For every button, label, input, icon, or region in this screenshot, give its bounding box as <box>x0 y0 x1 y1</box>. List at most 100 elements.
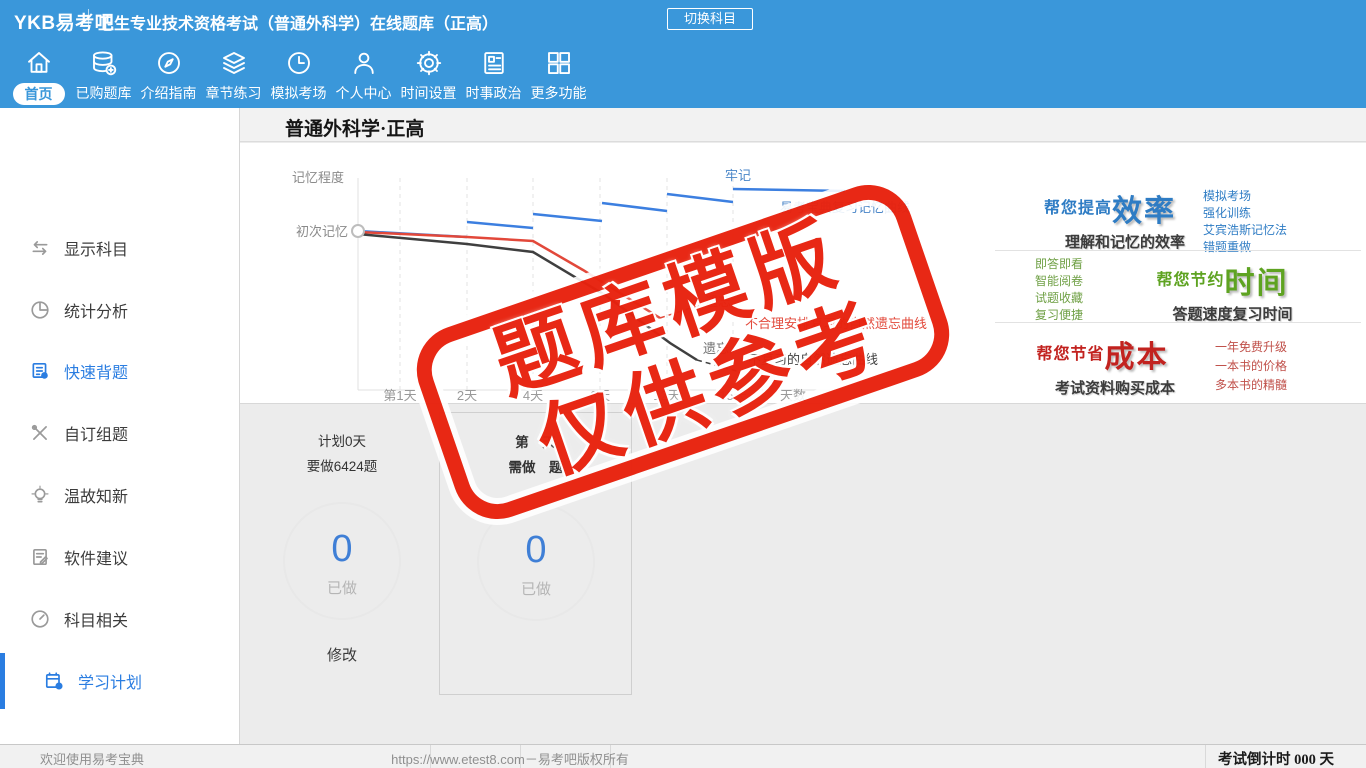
nav-label: 更多功能 <box>530 85 587 101</box>
today-done-circle: 0 已做 <box>477 503 595 621</box>
news-icon <box>483 52 504 74</box>
person-icon <box>353 52 374 74</box>
promo-title-big: 成本 <box>1104 341 1169 374</box>
nav-label: 已购题库 <box>75 85 132 101</box>
brand-divider <box>88 9 89 29</box>
promo-time-list: 即答即看 智能阅卷 试题收藏 复习便捷 <box>1035 256 1083 324</box>
promo-list-item: 一年免费升级 <box>1215 340 1288 354</box>
nav-item-chapter-practice[interactable]: 章节练习 <box>201 44 266 108</box>
initial-memory-label: 初次记忆 <box>296 224 348 239</box>
promo-list-item: 一本书的价格 <box>1215 359 1288 373</box>
promo-list-item: 多本书的精髓 <box>1215 378 1288 392</box>
sidebar-item-software-feedback[interactable]: 软件建议 <box>0 537 239 577</box>
promo-title-small: 帮您节约 <box>1156 272 1225 289</box>
review-curve-segment <box>732 187 846 193</box>
page-header: 普通外科学·正高 <box>240 108 1366 142</box>
nav-label: 首页 <box>12 83 65 105</box>
promo-list-item: 模拟考场 <box>1203 189 1252 203</box>
remember-label: 牢记 <box>725 168 751 183</box>
promo-title-small: 帮您提高 <box>1043 200 1112 217</box>
promo-subtitle: 理解和记忆的效率 <box>1064 234 1185 251</box>
sidebar-item-study-plan[interactable]: 学习计划 <box>0 661 239 701</box>
promo-list-item: 强化训练 <box>1203 206 1252 220</box>
x-tick: 第1天 <box>383 388 416 403</box>
sidebar-item-subject-related[interactable]: 科目相关 <box>0 599 239 639</box>
sidebar-item-label: 温故知新 <box>64 489 129 506</box>
sidebar-item-label: 快速背题 <box>64 365 129 382</box>
exam-countdown: 考试倒计时 000 天 <box>1218 752 1334 768</box>
app-window: YKB易考吧 卫生专业技术资格考试（普通外科学）在线题库（正高） 切换科目 首页… <box>0 0 1366 768</box>
review-curve-segment <box>466 220 534 230</box>
promo-subtitle: 考试资料购买成本 <box>1054 380 1175 397</box>
promo-title-big: 时间 <box>1224 267 1289 300</box>
sidebar-item-custom-questions[interactable]: 自订组题 <box>0 413 239 453</box>
tools-icon <box>31 424 47 440</box>
statusbar-separator <box>1205 745 1206 768</box>
nav-label: 介绍指南 <box>140 85 197 101</box>
nav-item-politics[interactable]: 时事政治 <box>461 44 526 108</box>
home-icon <box>27 52 50 73</box>
promo-efficiency-block: 帮您提高效率 理解和记忆的效率 <box>1005 186 1215 252</box>
copyright-text: https://www.etest8.com－易考吧版权所有 <box>391 752 629 767</box>
page-title: 普通外科学·正高 <box>285 119 425 140</box>
promo-title-big: 效率 <box>1112 195 1176 228</box>
sidebar-item-show-subjects[interactable]: 显示科目 <box>0 228 239 268</box>
promo-efficiency-list: 模拟考场 强化训练 艾宾浩斯记忆法 错题重做 <box>1203 188 1287 256</box>
sidebar-item-review-old[interactable]: 温故知新 <box>0 475 239 515</box>
nav-item-mock-exam[interactable]: 模拟考场 <box>266 44 331 108</box>
sidebar-item-label: 软件建议 <box>64 551 129 568</box>
promo-list-item: 艾宾浩斯记忆法 <box>1203 223 1288 237</box>
promo-list-item: 错题重做 <box>1203 240 1252 254</box>
promo-divider <box>995 250 1361 251</box>
nav-item-home[interactable]: 首页 <box>6 44 71 108</box>
plan-done-circle: 0 已做 <box>283 502 401 620</box>
sidebar-item-label: 统计分析 <box>64 304 129 321</box>
nav-label: 时间设置 <box>400 85 457 101</box>
welcome-text: 欢迎使用易考宝典 <box>40 752 145 767</box>
plan-total-questions-text: 要做6424题 <box>306 459 378 474</box>
active-item-indicator <box>0 653 5 709</box>
nav-item-more[interactable]: 更多功能 <box>526 44 591 108</box>
sidebar-item-statistics[interactable]: 统计分析 <box>0 290 239 330</box>
promo-cost-list: 一年免费升级 一本书的价格 多本书的精髓 <box>1215 338 1287 395</box>
quick-memo-icon <box>32 362 48 379</box>
plan-done-label: 已做 <box>326 580 357 597</box>
sidebar: 显示科目 统计分析 快速背题 自订组题 温故知新 软件建议 科目相关 学习计划 <box>0 108 240 744</box>
nav-item-time-settings[interactable]: 时间设置 <box>396 44 461 108</box>
plan-edit-link[interactable]: 修改 <box>245 644 439 665</box>
sidebar-item-quick-memorize[interactable]: 快速背题 <box>0 351 239 391</box>
nav-item-purchased[interactable]: 已购题库 <box>71 44 136 108</box>
sidebar-item-label: 科目相关 <box>64 613 129 630</box>
nav-label: 时事政治 <box>465 85 522 101</box>
main-nav: 首页 已购题库 介绍指南 章节练习 模拟考场 个人中心 时间设置 时事政治 更多… <box>0 38 1366 108</box>
bulb-icon <box>31 485 49 503</box>
nav-item-profile[interactable]: 个人中心 <box>331 44 396 108</box>
review-curve-segment <box>601 201 668 213</box>
y-axis-label: 记忆程度 <box>292 170 344 185</box>
sidebar-item-label: 学习计划 <box>78 675 143 692</box>
grid-icon <box>547 52 570 74</box>
promo-title-small: 帮您节省 <box>1036 346 1105 363</box>
swap-icon <box>32 241 48 255</box>
compass-icon <box>157 52 180 74</box>
layers-icon <box>222 52 245 74</box>
promo-list-item: 试题收藏 <box>1035 291 1084 305</box>
plan-days-text: 计划0天 <box>317 434 366 449</box>
clock-icon <box>287 52 310 74</box>
database-icon <box>92 51 116 76</box>
status-bar: 欢迎使用易考宝典 https://www.etest8.com－易考吧版权所有 … <box>0 744 1366 768</box>
nav-label: 模拟考场 <box>270 85 327 101</box>
nav-label: 章节练习 <box>205 85 262 101</box>
today-done-label: 已做 <box>520 581 551 598</box>
plan-icon <box>45 672 63 690</box>
promo-list-item: 即答即看 <box>1035 257 1084 271</box>
today-done-count: 0 <box>525 529 547 571</box>
promo-list-item: 智能阅卷 <box>1035 274 1084 288</box>
nav-item-guide[interactable]: 介绍指南 <box>136 44 201 108</box>
suggest-icon <box>33 548 48 566</box>
sidebar-item-label: 显示科目 <box>64 242 129 259</box>
top-title-bar: YKB易考吧 卫生专业技术资格考试（普通外科学）在线题库（正高） 切换科目 <box>0 0 1366 38</box>
subject-icon <box>31 610 49 628</box>
switch-subject-button[interactable]: 切换科目 <box>667 8 753 30</box>
promo-subtitle: 答题速度复习时间 <box>1172 306 1293 323</box>
